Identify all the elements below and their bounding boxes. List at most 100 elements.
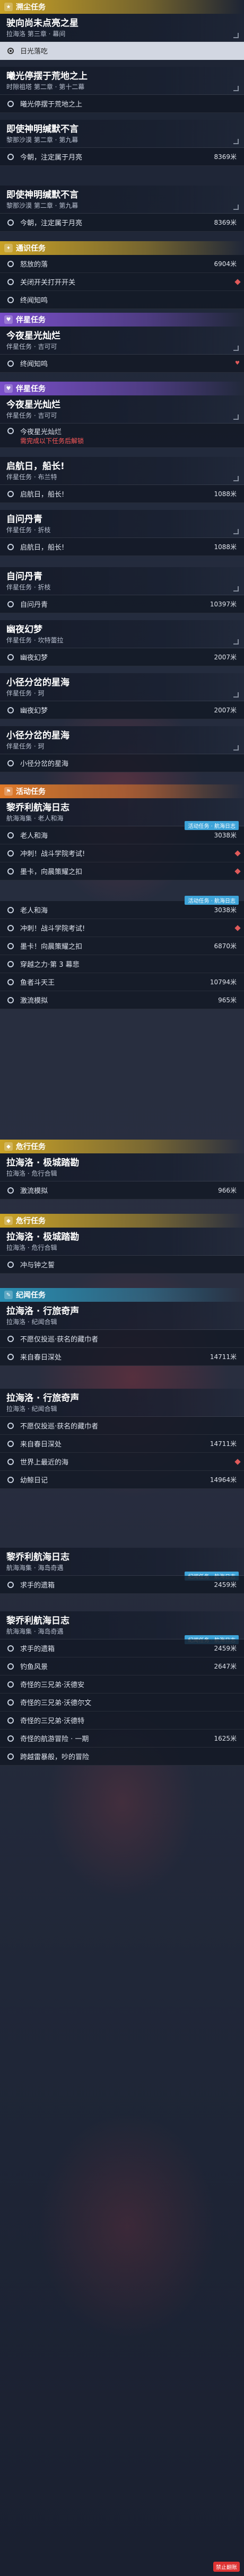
quest-title: 黎乔利航海日志 [6, 802, 69, 813]
event-panel-1: ⚑ 活动任务 黎乔利航海日志 航海海集 · 老人和海 活动任务 · 航海日志 老… [0, 784, 244, 880]
quest-step[interactable]: 幽夜幻梦 2007米 [0, 701, 244, 719]
step-label: 怒放的落 [20, 261, 48, 269]
radio-icon [7, 278, 14, 285]
distance: 14964米 [210, 1476, 237, 1484]
radio-icon [7, 296, 14, 303]
quest-step[interactable]: 奇怪的三兄弟·沃德尔文 [0, 1693, 244, 1712]
quest-step[interactable]: 幼鲸日记 14964米 [0, 1471, 244, 1489]
pair-panel-4: 自问丹青 伴星任务 · 折枝 启航日，船长! 1088米 [0, 510, 244, 556]
quest-step[interactable]: 今朝，注定属于月亮 8369米 [0, 148, 244, 166]
quest-title: 小径分岔的星海 [6, 677, 69, 688]
quest-step[interactable]: 小径分岔的星海 [0, 754, 244, 772]
quest-card[interactable]: 即使神明缄默不言 黎那沙漠 第二章 · 第九幕 [0, 186, 244, 214]
section-header-pair: ♥ 伴星任务 [0, 313, 244, 327]
quest-card[interactable]: 启航日，船长! 伴星任务 · 布兰特 [0, 457, 244, 485]
quest-step[interactable]: 穿越之力·第 3 幕悲 [0, 955, 244, 973]
quest-step[interactable]: 日光落吃 [0, 42, 244, 60]
quest-step[interactable]: 奇怪的三兄弟·沃德特 [0, 1712, 244, 1730]
quest-step[interactable]: 来自春日深处 14711米 [0, 1435, 244, 1453]
quest-step[interactable]: 曦光停摆于荒地之上 [0, 95, 244, 113]
quest-step[interactable]: 冲与钟之誓 [0, 1256, 244, 1274]
quest-step[interactable]: 跨越雷暴般，吵的冒险 [0, 1748, 244, 1766]
quest-card[interactable]: 自问丹青 伴星任务 · 折枝 [0, 567, 244, 595]
radio-icon [7, 1645, 14, 1652]
quest-step[interactable]: 关闭开关打开开关 [0, 273, 244, 291]
step-label: 启航日，船长! [20, 491, 65, 499]
quest-step[interactable]: 今朝，注定属于月亮 8369米 [0, 214, 244, 232]
corner-icon [233, 476, 239, 481]
section-header-pair: ♥ 伴星任务 [0, 382, 244, 395]
radio-icon [7, 942, 14, 949]
quest-step[interactable]: 终闻知鸣 ♥ [0, 355, 244, 373]
distance: 2459米 [214, 1645, 237, 1652]
quest-step[interactable]: 钓鱼风景 2647米 [0, 1657, 244, 1675]
pair-panel-7: 小径分岔的星海 伴星任务 · 珂 幽夜幻梦 2007米 [0, 673, 244, 719]
step-label: 今朝，注定属于月亮 [20, 219, 83, 227]
quest-card[interactable]: 今夜星光灿烂 伴星任务 · 吉可可 [0, 327, 244, 355]
quest-card[interactable]: 今夜星光灿烂 伴星任务 · 吉可可 [0, 395, 244, 424]
quest-step[interactable]: 激流模拟 965米 [0, 991, 244, 1009]
quest-step[interactable]: 冲刺！战斗学院考试! [0, 919, 244, 937]
step-label: 幼鲸日记 [20, 1477, 48, 1485]
quest-card[interactable]: 拉海洛 · 极城踏勘 拉海洛 · 危行合辑 [0, 1153, 244, 1181]
radio-icon [7, 978, 14, 985]
step-label: 老人和海 [20, 907, 48, 915]
quest-step[interactable]: 自问丹青 10397米 [0, 595, 244, 613]
quest-step[interactable]: 世界上最近的海 [0, 1453, 244, 1471]
quest-card[interactable]: 自问丹青 伴星任务 · 折枝 [0, 510, 244, 538]
step-label: 奇怪的三兄弟·沃德安 [20, 1681, 85, 1689]
quest-step[interactable]: 活动任务 · 航海日志 老人和海 3038米 [0, 896, 244, 919]
quest-step[interactable]: 奇怪的三兄弟·沃德安 [0, 1675, 244, 1693]
quest-card[interactable]: 拉海洛 · 行旅奇声 拉海洛 · 纪闻合辑 [0, 1302, 244, 1330]
quest-step[interactable]: 终闻知鸣 [0, 291, 244, 309]
quest-step[interactable]: 来自春日深处 14711米 [0, 1348, 244, 1366]
radio-icon [7, 360, 14, 367]
radio-icon [7, 1476, 14, 1483]
quest-step[interactable]: 启航日，船长! 1088米 [0, 538, 244, 556]
quest-card[interactable]: 驶向尚未点亮之星 拉海洛 第三章 · 幕间 [0, 14, 244, 42]
quest-step[interactable]: 求手的遗箱 2459米 [0, 1576, 244, 1594]
corner-icon [233, 205, 239, 210]
corner-icon [233, 529, 239, 534]
quest-step[interactable]: 墨卡！向晨策耀之扣 6870米 [0, 937, 244, 955]
quest-subtitle: 伴星任务 · 珂 [6, 690, 45, 697]
quest-step[interactable]: 奇怪的航游冒险 · 一期 1625米 [0, 1730, 244, 1748]
radio-icon [7, 543, 14, 550]
quest-step[interactable]: 活动任务 · 航海日志 老人和海 3038米 [0, 821, 244, 844]
radio-icon [7, 1717, 14, 1724]
quest-step[interactable]: 启航日，船长! 1088米 [0, 485, 244, 503]
quest-title: 即使神明缄默不言 [6, 124, 79, 135]
event-tag: 活动任务 · 航海日志 [185, 821, 239, 830]
quest-step[interactable]: 幽夜幻梦 2007米 [0, 648, 244, 666]
radio-icon [7, 1261, 14, 1268]
marker-icon [234, 1458, 241, 1465]
quest-card[interactable]: 黎乔利航海日志 航海海集 · 海岛奇遇 纪闻任务 · 航海日志 [0, 1548, 244, 1581]
quest-step-locked[interactable]: 今夜星光灿烂 需完成以下任务后解锁 [0, 424, 244, 448]
quest-step[interactable]: 激流模拟 966米 [0, 1181, 244, 1199]
radio-icon [7, 1353, 14, 1360]
distance: 14711米 [210, 1440, 237, 1448]
quest-step[interactable]: 墨卡，向晨策耀之扣 [0, 862, 244, 880]
quest-card[interactable]: 曦光停摆于荒地之上 时隙祖塔 第二章 · 第十二幕 [0, 67, 244, 95]
quest-card[interactable]: 小径分岔的星海 伴星任务 · 珂 [0, 673, 244, 701]
quest-card[interactable]: 即使神明缄默不言 黎那沙漠 第二章 · 第九幕 [0, 120, 244, 148]
corner-icon [233, 139, 239, 144]
quest-step[interactable]: 求手的遗箱 2459米 [0, 1639, 244, 1657]
quest-card[interactable]: 黎乔利航海日志 航海海集 · 海岛奇遇 纪闻任务 · 航海日志 [0, 1611, 244, 1644]
radio-icon [7, 1187, 14, 1194]
step-label: 墨卡！向晨策耀之扣 [20, 943, 83, 951]
quest-step[interactable]: 冲刺！战斗学院考试! [0, 844, 244, 862]
quest-step[interactable]: 不愿仅投巡·获名的藏巾者 [0, 1330, 244, 1348]
quest-step[interactable]: 怒放的落 6904米 [0, 255, 244, 273]
quest-card[interactable]: 幽夜幻梦 伴星任务 · 坎特蕾拉 [0, 620, 244, 648]
quest-card[interactable]: 拉海洛 · 极城踏勘 拉海洛 · 危行合辑 [0, 1228, 244, 1256]
quest-card[interactable]: 拉海洛 · 行旅奇声 拉海洛 · 纪闻合辑 [0, 1389, 244, 1417]
section-header-explore: ◆ 危行任务 [0, 1214, 244, 1228]
quest-step[interactable]: 不愿仅投巡·获名的藏巾者 [0, 1417, 244, 1435]
record-panel-2: 拉海洛 · 行旅奇声 拉海洛 · 纪闻合辑 不愿仅投巡·获名的藏巾者 来自春日深… [0, 1389, 244, 1489]
quest-subtitle: 拉海洛 · 危行合辑 [6, 1170, 57, 1177]
step-label: 今夜星光灿烂 [20, 428, 62, 436]
quest-step[interactable]: 鱼者斗天王 10794米 [0, 973, 244, 991]
quest-card[interactable]: 小径分岔的星海 伴星任务 · 珂 [0, 726, 244, 754]
radio-icon [7, 490, 14, 497]
